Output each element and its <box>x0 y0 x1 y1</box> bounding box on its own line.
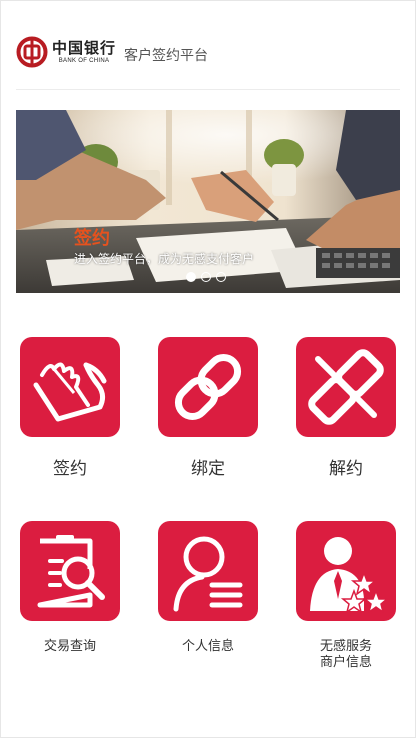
carousel-indicators <box>186 272 226 282</box>
logo-wordmark: 中国银行 BANK OF CHINA <box>52 39 116 65</box>
banner-carousel[interactable]: 签约 进入签约平台，成为无感支付客户 <box>16 110 400 293</box>
menu-item-label: 个人信息 <box>181 639 234 654</box>
carousel-dot-1[interactable] <box>186 272 196 282</box>
menu-item-unbind[interactable]: 解约 <box>296 337 396 479</box>
menu-item-label-line2: 商户信息 <box>319 655 372 670</box>
boc-logo-icon <box>16 36 48 68</box>
broken-link-icon <box>296 337 396 437</box>
page-title: 客户签约平台 <box>124 48 209 64</box>
document-search-icon <box>20 521 120 621</box>
menu-item-label: 绑定 <box>191 459 225 479</box>
bank-logo: 中国银行 BANK OF CHINA <box>16 36 116 68</box>
merchant-stars-icon <box>296 521 396 621</box>
sign-feather-icon <box>20 337 120 437</box>
menu-item-personal-info[interactable]: 个人信息 <box>158 521 258 655</box>
menu-item-label-line1: 无感服务 <box>319 639 372 654</box>
app-header: 中国银行 BANK OF CHINA 客户签约平台 <box>16 36 400 90</box>
logo-chinese-text: 中国银行 <box>52 39 117 57</box>
menu-item-label: 交易查询 <box>43 639 96 654</box>
menu-item-label: 签约 <box>53 459 87 479</box>
banner-title: 签约 <box>74 228 110 249</box>
logo-english-text: BANK OF CHINA <box>58 58 110 64</box>
menu-item-label: 无感服务 商户信息 <box>296 639 396 671</box>
chain-link-icon <box>158 337 258 437</box>
menu-item-sign[interactable]: 签约 <box>20 337 120 479</box>
menu-item-transactions[interactable]: 交易查询 <box>20 521 120 655</box>
carousel-dot-3[interactable] <box>216 272 226 282</box>
menu-item-merchant-info[interactable]: 无感服务 商户信息 <box>296 521 396 671</box>
person-list-icon <box>158 521 258 621</box>
banner-subtitle: 进入签约平台，成为无感支付客户 <box>74 252 255 266</box>
menu-item-label: 解约 <box>329 459 363 479</box>
menu-item-bind[interactable]: 绑定 <box>158 337 258 479</box>
carousel-dot-2[interactable] <box>201 272 211 282</box>
